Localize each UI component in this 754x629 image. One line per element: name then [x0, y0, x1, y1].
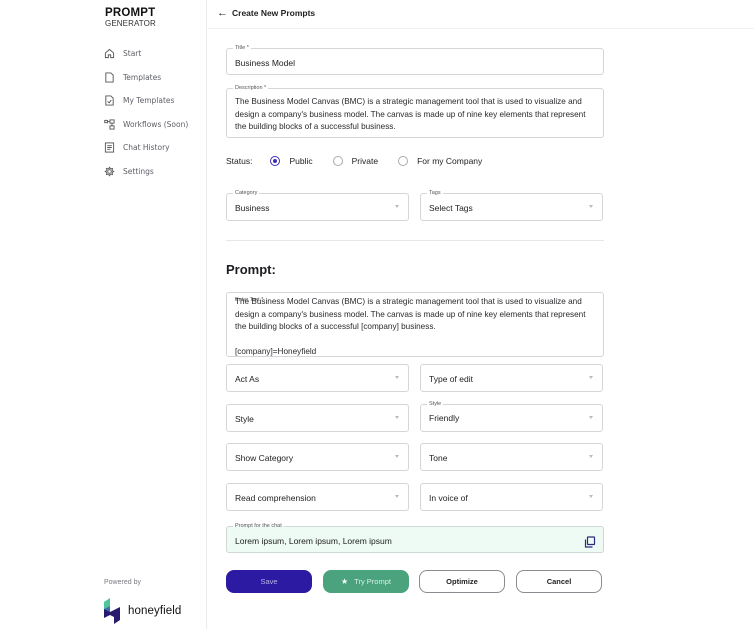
status-radio-for-my-company[interactable]: For my Company: [398, 156, 482, 166]
chevron-down-icon: [395, 376, 399, 379]
powered-by-label: Powered by: [104, 579, 141, 586]
honeyfield-logo: honeyfield: [104, 598, 181, 624]
tone-select[interactable]: Tone: [420, 443, 603, 471]
status-label: Status:: [226, 156, 253, 166]
page-header: ← Create New Prompts: [208, 0, 754, 29]
radio-selected-icon: [270, 156, 281, 166]
style-select[interactable]: Style: [226, 404, 409, 432]
prompt-textarea[interactable]: The Business Model Canvas (BMC) is a str…: [235, 296, 595, 359]
status-radio-public[interactable]: Public: [270, 156, 313, 166]
in-voice-of-select[interactable]: In voice of: [420, 483, 603, 511]
document-icon: [104, 72, 115, 83]
home-icon: [104, 48, 115, 59]
show-category-select[interactable]: Show Category: [226, 443, 409, 471]
status-radio-private[interactable]: Private: [332, 156, 379, 166]
act-as-value: Act As: [235, 374, 260, 384]
sidebar-nav: Start Templates My Templates Workflows (…: [104, 42, 188, 183]
type-of-edit-value: Type of edit: [429, 374, 473, 384]
sidebar-item-label: Settings: [123, 166, 154, 176]
title-label: Title *: [233, 44, 251, 52]
show-category-value: Show Category: [235, 453, 294, 463]
sidebar: PROMPT GENERATOR Start Templates My Temp…: [0, 0, 207, 629]
brand-title: PROMPT: [105, 7, 156, 19]
category-label: Category: [233, 189, 260, 197]
brand-subtitle: GENERATOR: [105, 19, 156, 28]
sidebar-item-label: Templates: [123, 72, 162, 82]
chevron-down-icon: [589, 416, 593, 419]
prompt-for-chat-field[interactable]: Prompt for the chat Lorem ipsum, Lorem i…: [226, 522, 604, 553]
chevron-down-icon: [395, 416, 399, 419]
type-of-edit-select[interactable]: Type of edit: [420, 364, 603, 392]
title-field[interactable]: Title * Business Model: [226, 44, 604, 75]
logo-name: honeyfield: [128, 605, 182, 617]
prompt-for-chat-label: Prompt for the chat: [233, 522, 284, 530]
prompt-text-variable: [company]=Honeyfield: [235, 347, 317, 356]
prompt-text-body: The Business Model Canvas (BMC) is a str…: [235, 297, 586, 331]
section-divider: [226, 240, 604, 241]
title-input[interactable]: Business Model: [235, 58, 295, 68]
act-as-select[interactable]: Act As: [226, 364, 409, 392]
tags-label: Tags: [427, 189, 443, 197]
chevron-down-icon: [589, 205, 593, 208]
radio-label: Private: [351, 156, 379, 166]
category-value: Business: [235, 203, 270, 213]
copy-icon[interactable]: [584, 535, 596, 548]
chevron-down-icon: [395, 495, 399, 498]
radio-label: Public: [289, 156, 313, 166]
sidebar-item-templates[interactable]: Templates: [104, 66, 188, 90]
radio-label: For my Company: [417, 156, 483, 166]
cancel-button[interactable]: Cancel: [516, 570, 602, 593]
list-document-icon: [104, 142, 115, 153]
style-filled-value: Friendly: [429, 413, 460, 423]
tags-value: Select Tags: [429, 203, 473, 213]
radio-unselected-icon: [398, 156, 409, 166]
prompt-for-chat-value: Lorem ipsum, Lorem ipsum, Lorem ipsum: [235, 536, 392, 546]
style-filled-select[interactable]: Style Friendly: [420, 400, 603, 432]
try-prompt-label: Try Prompt: [354, 577, 391, 586]
prompt-heading: Prompt:: [226, 262, 276, 277]
document-check-icon: [104, 95, 115, 106]
chevron-down-icon: [589, 455, 593, 458]
honeyfield-logo-icon: [104, 598, 120, 624]
style-label: Style: [427, 400, 444, 408]
chevron-down-icon: [589, 376, 593, 379]
sidebar-item-workflows[interactable]: Workflows (Soon): [104, 113, 188, 137]
optimize-button[interactable]: Optimize: [419, 570, 505, 593]
chevron-down-icon: [395, 455, 399, 458]
radio-unselected-icon: [332, 156, 343, 166]
read-comprehension-value: Read comprehension: [235, 493, 316, 503]
chevron-down-icon: [589, 495, 593, 498]
description-textarea[interactable]: The Business Model Canvas (BMC) is a str…: [235, 96, 595, 134]
sidebar-item-label: Start: [123, 49, 142, 59]
read-comprehension-select[interactable]: Read comprehension: [226, 483, 409, 511]
style-value: Style: [235, 414, 254, 424]
sidebar-item-label: Workflows (Soon): [123, 119, 189, 129]
status-radio-group: Status: Public Private For my Company: [226, 156, 502, 166]
sidebar-item-chat-history[interactable]: Chat History: [104, 136, 188, 160]
chevron-down-icon: [395, 205, 399, 208]
workflow-icon: [104, 119, 115, 130]
in-voice-of-value: In voice of: [429, 493, 468, 503]
back-arrow-icon[interactable]: ←: [217, 7, 228, 19]
star-icon: ★: [341, 577, 349, 586]
description-label: Description *: [233, 84, 269, 92]
try-prompt-button[interactable]: ★ Try Prompt: [323, 570, 409, 593]
save-button[interactable]: Save: [226, 570, 312, 593]
page-title: Create New Prompts: [232, 8, 316, 18]
category-select[interactable]: Category Business: [226, 189, 409, 221]
tags-select[interactable]: Tags Select Tags: [420, 189, 603, 221]
sidebar-item-label: Chat History: [123, 143, 170, 153]
description-field[interactable]: Description * The Business Model Canvas …: [226, 84, 604, 138]
app-logo: PROMPT GENERATOR: [105, 7, 156, 28]
sidebar-item-label: My Templates: [123, 96, 175, 106]
prompt-text-field[interactable]: Enter Text * The Business Model Canvas (…: [226, 292, 604, 357]
sidebar-item-settings[interactable]: Settings: [104, 160, 188, 184]
sidebar-item-start[interactable]: Start: [104, 42, 188, 66]
sidebar-item-my-templates[interactable]: My Templates: [104, 89, 188, 113]
gear-icon: [104, 166, 115, 177]
tone-value: Tone: [429, 453, 448, 463]
